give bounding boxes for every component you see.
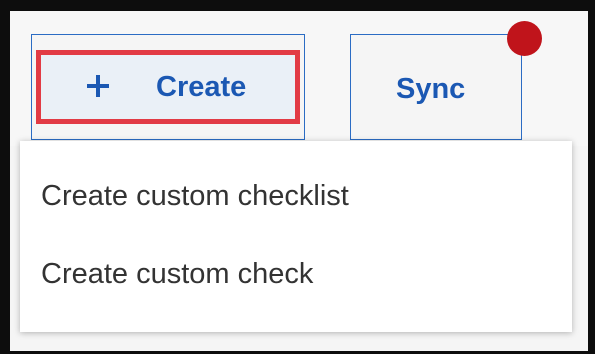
menu-item-label: Create custom check	[41, 258, 314, 290]
menu-item-label: Create custom checklist	[41, 180, 349, 212]
create-button-label: Create	[156, 71, 247, 103]
sync-button-label: Sync	[396, 73, 466, 105]
sync-button[interactable]: Sync	[350, 34, 522, 140]
plus-icon	[87, 75, 109, 97]
menu-item-create-custom-check[interactable]: Create custom check	[20, 244, 572, 304]
create-dropdown-menu: Create custom checklist Create custom ch…	[20, 141, 572, 332]
menu-item-create-custom-checklist[interactable]: Create custom checklist	[20, 166, 572, 226]
notification-dot	[507, 21, 542, 56]
create-button[interactable]: Create	[36, 50, 300, 124]
